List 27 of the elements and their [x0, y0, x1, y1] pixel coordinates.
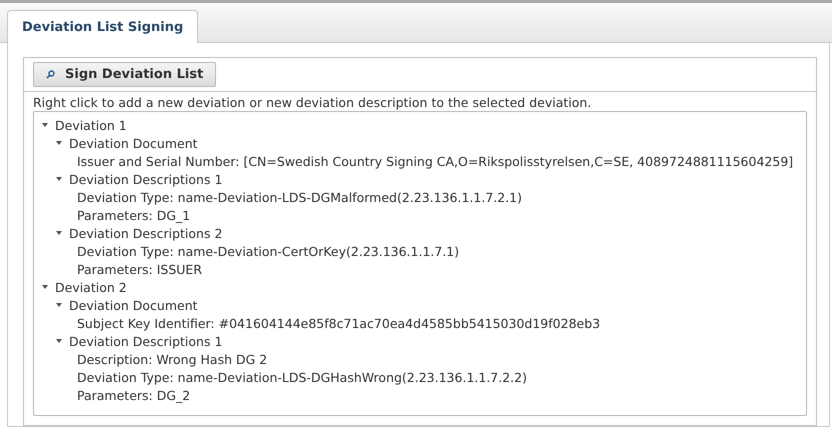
collapse-triangle-icon[interactable] — [55, 140, 63, 146]
magnifier-icon — [46, 70, 55, 79]
tree-item[interactable]: Deviation 2 — [55, 280, 127, 294]
tree-item[interactable]: Deviation Descriptions 2 — [69, 226, 222, 240]
collapse-triangle-icon[interactable] — [55, 230, 63, 236]
tree-item[interactable]: Subject Key Identifier: #041604144e85f8c71ac70ea4d4585bb5415030d19f028eb3 — [77, 316, 600, 330]
collapse-triangle-icon[interactable] — [55, 338, 63, 344]
tree-item[interactable]: Deviation Document — [69, 298, 198, 312]
collapse-triangle-icon[interactable] — [55, 176, 63, 182]
collapse-triangle-icon[interactable] — [41, 284, 49, 290]
tree-item[interactable]: Description: Wrong Hash DG 2 — [77, 352, 268, 366]
tree-item[interactable]: Issuer and Serial Number: [CN=Swedish Country Signing CA,O=Rikspolisstyrelsen,C=SE, 4089724881115604259] — [77, 154, 794, 168]
sign-button[interactable]: Sign Deviation List — [33, 62, 216, 87]
collapse-triangle-icon[interactable] — [41, 122, 49, 128]
tree-item[interactable]: Parameters: DG_1 — [77, 208, 190, 222]
tree-item[interactable]: Deviation Document — [69, 136, 198, 150]
tree-item[interactable]: Deviation Type: name-Deviation-LDS-DGHashWrong(2.23.136.1.1.7.2.2) — [77, 370, 527, 384]
tree-item[interactable]: Deviation Descriptions 1 — [69, 172, 222, 186]
tree-item[interactable]: Deviation Type: name-Deviation-LDS-DGMalformed(2.23.136.1.1.7.2.1) — [77, 190, 522, 204]
tree-item[interactable]: Deviation 1 — [55, 118, 127, 132]
hint-text: Right click to add a new deviation or new deviation description to the selected deviation. — [32, 94, 592, 110]
tab[interactable]: Deviation List Signing — [7, 10, 198, 43]
tree-item[interactable]: Parameters: DG_2 — [77, 388, 190, 402]
collapse-triangle-icon[interactable] — [55, 302, 63, 308]
tree-item[interactable]: Parameters: ISSUER — [77, 262, 202, 276]
tree-item[interactable]: Deviation Type: name-Deviation-CertOrKey(2.23.136.1.1.7.1) — [77, 244, 460, 258]
tree-item[interactable]: Deviation Descriptions 1 — [69, 334, 222, 348]
